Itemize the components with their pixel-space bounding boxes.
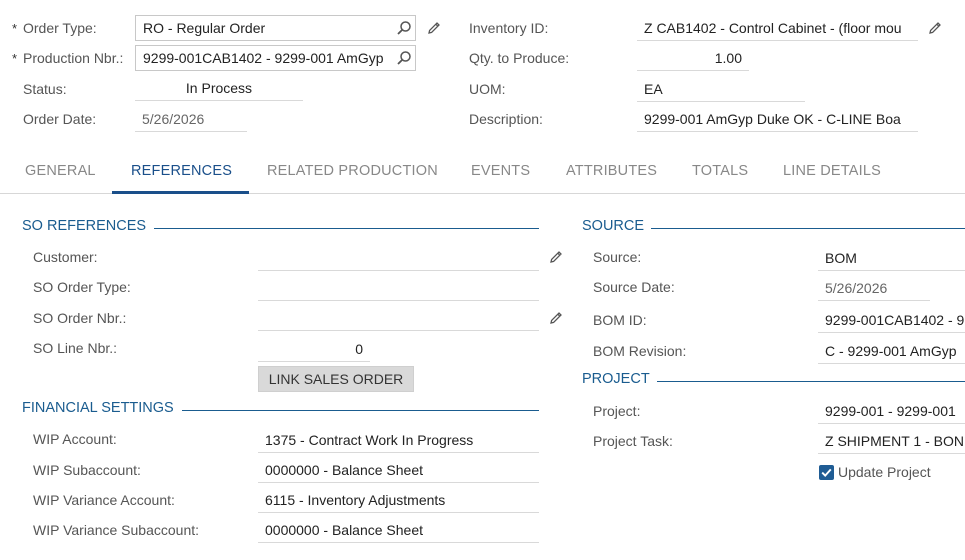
uom-label: UOM: bbox=[469, 81, 506, 97]
search-icon[interactable] bbox=[396, 50, 412, 66]
tab-totals[interactable]: TOTALS bbox=[692, 150, 748, 194]
project-task-label: Project Task: bbox=[593, 433, 673, 449]
production-nbr-input[interactable]: 9299-001CAB1402 - 9299-001 AmGyp bbox=[135, 45, 416, 71]
project-title: PROJECT bbox=[582, 371, 650, 387]
source-rule bbox=[651, 228, 965, 229]
tab-events[interactable]: EVENTS bbox=[471, 150, 530, 194]
wip-variance-subaccount-label: WIP Variance Subaccount: bbox=[33, 522, 200, 538]
source-date-label: Source Date: bbox=[593, 279, 675, 295]
wip-variance-account-label: WIP Variance Account: bbox=[33, 492, 175, 508]
bom-revision-value[interactable]: C - 9299-001 AmGyp bbox=[818, 338, 965, 364]
financial-settings-title: FINANCIAL SETTINGS bbox=[22, 400, 174, 416]
project-label: Project: bbox=[593, 403, 641, 419]
tab-attributes[interactable]: ATTRIBUTES bbox=[566, 150, 657, 194]
wip-account-label: WIP Account: bbox=[33, 431, 117, 447]
project-value[interactable]: 9299-001 - 9299-001 bbox=[818, 398, 965, 424]
project-rule bbox=[657, 381, 965, 382]
so-references-title: SO REFERENCES bbox=[22, 218, 147, 234]
source-label: Source: bbox=[593, 249, 642, 265]
production-nbr-label: Production Nbr.: bbox=[12, 50, 123, 66]
edit-pencil-icon[interactable] bbox=[927, 20, 943, 36]
update-project-checkbox[interactable] bbox=[819, 465, 834, 480]
status-label: Status: bbox=[23, 81, 67, 97]
search-icon[interactable] bbox=[396, 20, 412, 36]
description-value[interactable]: 9299-001 AmGyp Duke OK - C-LINE Boa bbox=[637, 106, 918, 132]
bom-id-label: BOM ID: bbox=[593, 312, 647, 328]
wip-variance-subaccount-field[interactable]: 0000000 - Balance Sheet bbox=[258, 517, 539, 543]
so-line-nbr-label: SO Line Nbr.: bbox=[33, 340, 118, 356]
tab-related-production[interactable]: RELATED PRODUCTION bbox=[267, 150, 438, 194]
so-references-rule bbox=[154, 228, 539, 229]
edit-pencil-icon[interactable] bbox=[548, 310, 564, 326]
order-type-label: Order Type: bbox=[12, 20, 97, 36]
so-order-type-field[interactable] bbox=[258, 275, 539, 301]
edit-pencil-icon[interactable] bbox=[548, 249, 564, 265]
customer-field[interactable] bbox=[258, 245, 539, 271]
wip-subaccount-label: WIP Subaccount: bbox=[33, 462, 141, 478]
so-line-nbr-field[interactable]: 0 bbox=[258, 336, 370, 362]
inventory-id-label: Inventory ID: bbox=[469, 20, 549, 36]
bom-revision-label: BOM Revision: bbox=[593, 343, 687, 359]
source-date-value[interactable]: 5/26/2026 bbox=[818, 275, 930, 301]
source-value[interactable]: BOM bbox=[818, 245, 965, 271]
wip-subaccount-field[interactable]: 0000000 - Balance Sheet bbox=[258, 457, 539, 483]
description-label: Description: bbox=[469, 111, 543, 127]
tab-general[interactable]: GENERAL bbox=[25, 150, 96, 194]
wip-variance-account-field[interactable]: 6115 - Inventory Adjustments bbox=[258, 487, 539, 513]
so-order-type-label: SO Order Type: bbox=[33, 279, 131, 295]
wip-account-field[interactable]: 1375 - Contract Work In Progress bbox=[258, 427, 539, 453]
source-title: SOURCE bbox=[582, 218, 645, 234]
bom-id-value[interactable]: 9299-001CAB1402 - 9 bbox=[818, 307, 965, 333]
qty-to-produce-label: Qty. to Produce: bbox=[469, 50, 570, 66]
customer-label: Customer: bbox=[33, 249, 98, 265]
financial-settings-rule bbox=[182, 410, 539, 411]
order-date-value[interactable]: 5/26/2026 bbox=[135, 106, 247, 132]
order-type-input[interactable]: RO - Regular Order bbox=[135, 15, 416, 41]
tab-references[interactable]: REFERENCES bbox=[112, 150, 249, 194]
update-project-label[interactable]: Update Project bbox=[838, 464, 931, 480]
status-value: In Process bbox=[135, 75, 303, 101]
tab-line-details[interactable]: LINE DETAILS bbox=[783, 150, 881, 194]
tab-bar: GENERAL REFERENCES RELATED PRODUCTION EV… bbox=[0, 150, 965, 194]
so-order-nbr-field[interactable] bbox=[258, 305, 539, 331]
so-order-nbr-label: SO Order Nbr.: bbox=[33, 310, 127, 326]
link-sales-order-button[interactable]: LINK SALES ORDER bbox=[258, 366, 414, 392]
inventory-id-value[interactable]: Z CAB1402 - Control Cabinet - (floor mou bbox=[637, 15, 918, 41]
edit-pencil-icon[interactable] bbox=[426, 20, 442, 36]
qty-to-produce-value[interactable]: 1.00 bbox=[637, 45, 749, 71]
order-date-label: Order Date: bbox=[23, 111, 97, 127]
uom-value: EA bbox=[637, 76, 805, 102]
project-task-value[interactable]: Z SHIPMENT 1 - BON bbox=[818, 428, 965, 454]
